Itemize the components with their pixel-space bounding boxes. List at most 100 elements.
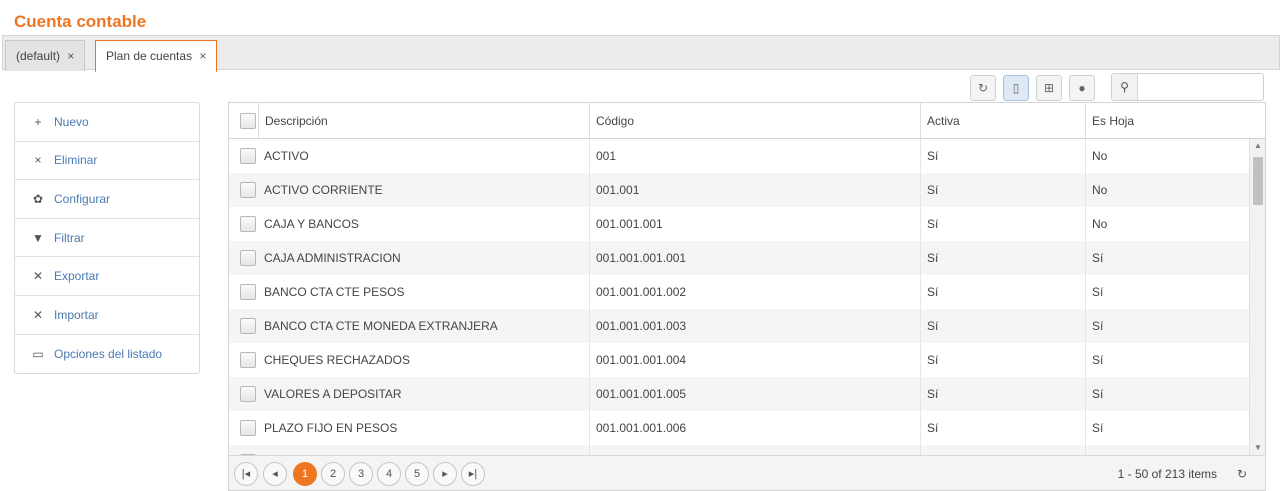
table-row[interactable]: CAJA Y BANCOS 001.001.001 Sí No [229,207,1249,241]
cell-codigo: 001.001.001.001 [589,241,920,275]
table-row[interactable]: VALORES A DEPOSITAR 001.001.001.005 Sí S… [229,377,1249,411]
table-row[interactable]: BANCO CTA CTE MONEDA EXTRANJERA 001.001.… [229,309,1249,343]
search-box: ⚲ [1111,73,1264,101]
save-layout-button[interactable]: ▯ [1003,75,1029,101]
tab-label: Plan de cuentas [106,49,193,63]
cell-activa: Sí [920,377,1085,411]
gear-icon: ✿ [32,191,44,206]
accounts-grid: Descripción Código Activa Es Hoja ACTIVO… [228,102,1266,491]
scroll-up-icon[interactable]: ▲ [1250,139,1265,153]
columns-button[interactable]: ⊞ [1036,75,1062,101]
table-row[interactable]: CHEQUES RECHAZADOS 001.001.001.004 Sí Sí [229,343,1249,377]
excel-export-icon: ✕ [32,269,44,284]
row-checkbox[interactable] [240,148,256,164]
cell-codigo: 001.001.001.006 [589,411,920,445]
column-header-codigo[interactable]: Código [589,103,920,139]
row-checkbox[interactable] [240,182,256,198]
cell-codigo: 001.001.001.005 [589,377,920,411]
filter-icon: ▼ [32,230,44,245]
columns-icon: ⊞ [1043,81,1055,95]
tab-plan-de-cuentas[interactable]: Plan de cuentas × [95,40,218,72]
vertical-scrollbar[interactable]: ▲ ▼ [1249,139,1265,455]
row-checkbox[interactable] [240,386,256,402]
refresh-icon[interactable]: ↻ [1237,456,1247,490]
plus-icon: + [34,114,42,129]
tab-bar: (default) × Plan de cuentas × [2,35,1280,72]
row-checkbox[interactable] [240,284,256,300]
sidebar-item-label: Exportar [54,269,100,284]
column-header-es-hoja[interactable]: Es Hoja [1085,103,1250,139]
cell-descripcion: BANCO CTA CTE PESOS [264,285,405,299]
sidebar-item-label: Filtrar [54,230,85,245]
cell-activa: Sí [920,275,1085,309]
refresh-button[interactable]: ↻ [970,75,996,101]
close-icon: × [34,153,42,168]
tab-default[interactable]: (default) × [5,40,86,71]
sidebar-item-nuevo[interactable]: + Nuevo [15,103,199,142]
sidebar-item-configurar[interactable]: ✿ Configurar [15,180,199,219]
first-page-button[interactable]: |◂ [234,462,258,486]
row-checkbox[interactable] [240,216,256,232]
table-row[interactable]: BANCO CTA CTE PESOS 001.001.001.002 Sí S… [229,275,1249,309]
cell-activa: Sí [920,139,1085,173]
search-input[interactable] [1140,76,1260,98]
cell-activa: Sí [920,173,1085,207]
page-button-1[interactable]: 1 [293,462,317,486]
close-icon[interactable]: × [67,49,74,63]
close-icon[interactable]: × [199,49,206,63]
grid-body: ACTIVO 001 Sí No ACTIVO CORRIENTE 001.00… [229,139,1249,455]
save-icon: ▯ [1012,81,1020,95]
cell-es-hoja: Sí [1085,241,1249,275]
search-icon[interactable]: ⚲ [1112,74,1138,100]
sidebar-item-exportar[interactable]: ✕ Exportar [15,257,199,296]
cell-es-hoja: Sí [1085,377,1249,411]
next-page-button[interactable]: ▸ [433,462,457,486]
cell-codigo: 001.001.001.004 [589,343,920,377]
row-checkbox[interactable] [240,250,256,266]
page-button-3[interactable]: 3 [349,462,373,486]
cell-activa: Sí [920,343,1085,377]
sidebar-item-filtrar[interactable]: ▼ Filtrar [15,219,199,258]
table-row[interactable]: ACTIVO CORRIENTE 001.001 Sí No [229,173,1249,207]
pager-info: 1 - 50 of 213 items [1117,467,1217,481]
cell-activa: Sí [920,241,1085,275]
scrollbar-thumb[interactable] [1253,157,1263,205]
select-all-checkbox[interactable] [240,113,256,129]
list-options-icon: ▭ [32,346,44,361]
page-button-4[interactable]: 4 [377,462,401,486]
row-checkbox[interactable] [240,318,256,334]
sidebar-item-label: Eliminar [54,153,98,168]
excel-import-icon: ✕ [32,307,44,322]
sidebar-item-opciones-del-listado[interactable]: ▭ Opciones del listado [15,335,199,374]
comments-button[interactable]: ● [1069,75,1095,101]
cell-codigo: 001.001.001 [589,207,920,241]
cell-descripcion: PLAZO FIJO EN PESOS [264,421,398,435]
last-page-button[interactable]: ▸| [461,462,485,486]
page-button-2[interactable]: 2 [321,462,345,486]
prev-page-button[interactable]: ◂ [263,462,287,486]
page-button-5[interactable]: 5 [405,462,429,486]
sidebar-item-importar[interactable]: ✕ Importar [15,296,199,335]
row-checkbox[interactable] [240,420,256,436]
cell-descripcion: CAJA ADMINISTRACION [264,251,401,265]
table-row[interactable]: CAJA ADMINISTRACION 001.001.001.001 Sí S… [229,241,1249,275]
cell-descripcion: ACTIVO [264,149,309,163]
row-checkbox[interactable] [240,352,256,368]
table-row[interactable]: PLAZO FIJO EN PESOS 001.001.001.006 Sí S… [229,411,1249,445]
column-header-descripcion[interactable]: Descripción [258,103,589,139]
sidebar-item-label: Opciones del listado [54,346,163,361]
cell-descripcion: CAJA Y BANCOS [264,217,359,231]
sidebar-item-eliminar[interactable]: × Eliminar [15,142,199,181]
cell-descripcion: ACTIVO CORRIENTE [264,183,383,197]
cell-es-hoja: No [1085,207,1249,241]
cell-es-hoja: Sí [1085,309,1249,343]
cell-descripcion: BANCO CTA CTE MONEDA EXTRANJERA [264,319,498,333]
scroll-down-icon[interactable]: ▼ [1250,441,1265,455]
cell-es-hoja: No [1085,173,1249,207]
table-row-partial[interactable] [229,445,1249,455]
cell-es-hoja: Sí [1085,275,1249,309]
cell-activa: Sí [920,309,1085,343]
cell-codigo: 001.001.001.003 [589,309,920,343]
table-row[interactable]: ACTIVO 001 Sí No [229,139,1249,173]
column-header-activa[interactable]: Activa [920,103,1085,139]
